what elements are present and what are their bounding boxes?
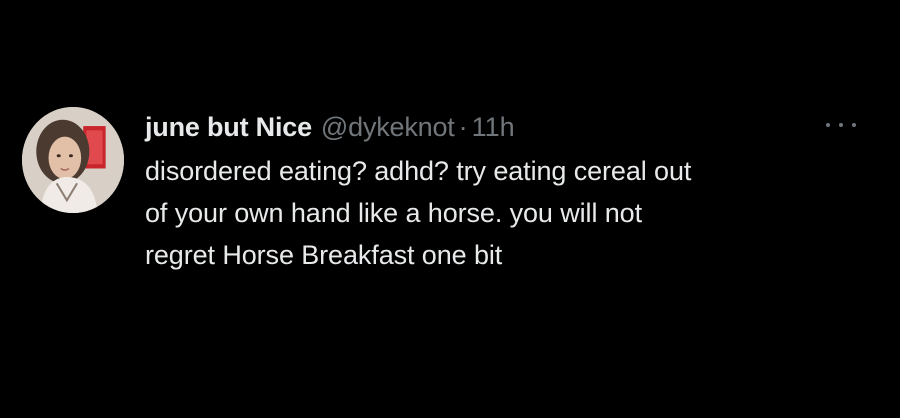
tweet-text-line: disordered eating? adhd? try eating cere… (145, 156, 692, 186)
tweet-text: disordered eating? adhd? try eating cere… (145, 150, 875, 276)
tweet-text-line: regret Horse Breakfast one bit (145, 240, 503, 270)
more-dot (852, 123, 856, 127)
tweet[interactable]: june but Nice @dykeknot · 11h disordered… (0, 0, 900, 418)
display-name[interactable]: june but Nice (145, 110, 312, 144)
more-options-icon[interactable] (826, 118, 856, 132)
tweet-text-line: of your own hand like a horse. you will … (145, 198, 642, 228)
avatar-photo-icon (22, 107, 124, 213)
tweet-header: june but Nice @dykeknot · 11h (145, 110, 515, 144)
separator-dot: · (458, 112, 468, 142)
timestamp[interactable]: 11h (472, 110, 515, 144)
more-dot (826, 123, 830, 127)
more-dot (839, 123, 843, 127)
avatar[interactable] (22, 107, 124, 213)
user-handle[interactable]: @dykeknot (321, 110, 455, 144)
